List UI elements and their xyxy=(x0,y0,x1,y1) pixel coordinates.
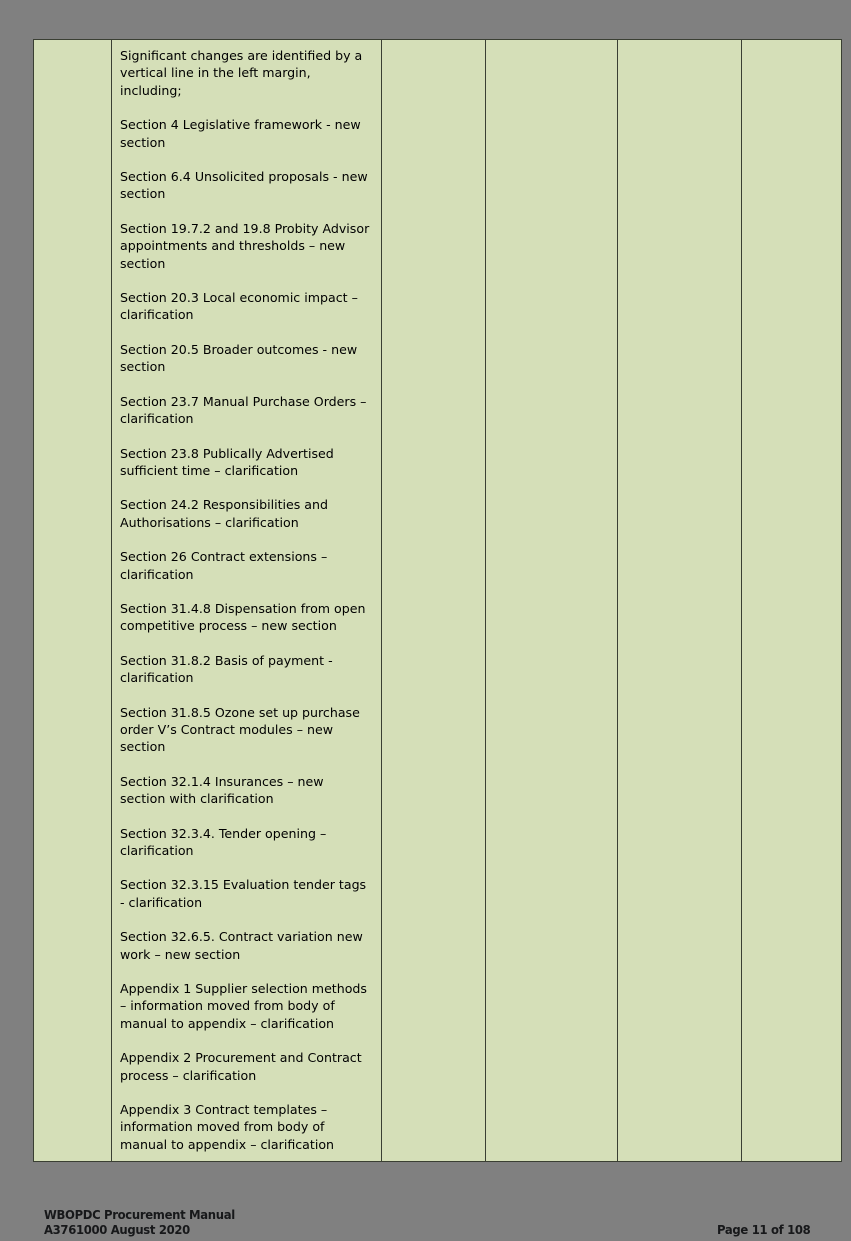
fourth-cell-content xyxy=(486,40,617,55)
change-paragraph: Section 4 Legislative framework - new se… xyxy=(120,117,361,150)
change-paragraph: Section 23.7 Manual Purchase Orders – cl… xyxy=(120,393,367,427)
change-paragraph: Section 26 Contract extensions – clarifi… xyxy=(120,549,328,582)
change-paragraph: Section 31.8.5 Ozone set up purchase ord… xyxy=(120,704,360,755)
footer-document-title: WBOPDC Procurement Manual A3761000 Augus… xyxy=(44,1207,235,1237)
change-paragraph: Section 32.1.4 Insurances – new section … xyxy=(120,773,324,807)
revision-cell xyxy=(33,39,112,1163)
change-paragraph: Section 31.4.8 Dispensation from open co… xyxy=(120,600,366,634)
table-row: Significant changes are identified by a … xyxy=(33,39,842,1163)
changes-cell: Significant changes are identified by a … xyxy=(111,39,382,1163)
sixth-cell-content xyxy=(742,40,841,55)
change-paragraph: Section 32.6.5. Contract variation new w… xyxy=(120,929,363,962)
footer-page-number: Page 11 of 108 xyxy=(716,1222,811,1237)
change-paragraph: Appendix 2 Procurement and Contract proc… xyxy=(120,1050,362,1083)
fifth-cell-content xyxy=(618,40,741,55)
change-paragraph: Section 20.3 Local economic impact – cla… xyxy=(120,290,358,323)
revision-cell-content xyxy=(34,40,111,55)
change-paragraph: Section 32.3.4. Tender opening – clarifi… xyxy=(120,825,327,858)
fifth-cell xyxy=(617,39,742,1163)
change-paragraph: Appendix 3 Contract templates – informat… xyxy=(120,1102,335,1152)
change-paragraph: Section 24.2 Responsibilities and Author… xyxy=(120,497,329,530)
sixth-cell xyxy=(741,39,842,1163)
change-history-table: Significant changes are identified by a … xyxy=(33,39,842,1163)
change-paragraph: Section 6.4 Unsolicited proposals - new … xyxy=(120,169,368,202)
footer-title-line: WBOPDC Procurement Manual xyxy=(44,1207,235,1222)
third-cell xyxy=(381,39,486,1163)
change-paragraph: Section 32.3.15 Evaluation tender tags -… xyxy=(120,877,367,910)
page-footer-inner: WBOPDC Procurement Manual A3761000 Augus… xyxy=(44,1207,810,1241)
change-paragraph: Section 31.8.2 Basis of payment - clarif… xyxy=(120,652,333,686)
fourth-cell xyxy=(485,39,618,1163)
footer-reference-line: A3761000 August 2020 xyxy=(44,1222,190,1237)
change-paragraph: Section 20.5 Broader outcomes - new sect… xyxy=(120,341,358,375)
change-paragraph: Section 19.7.2 and 19.8 Probity Advisor … xyxy=(120,220,370,271)
third-cell-content xyxy=(382,40,485,55)
page-footer: WBOPDC Procurement Manual A3761000 Augus… xyxy=(0,1207,851,1241)
changes-cell-content: Significant changes are identified by a … xyxy=(112,40,381,1161)
change-paragraph: Significant changes are identified by a … xyxy=(120,48,363,98)
change-paragraph: Appendix 1 Supplier selection methods – … xyxy=(120,981,367,1031)
document-page: Significant changes are identified by a … xyxy=(0,0,851,1241)
change-paragraph: Section 23.8 Publically Advertised suffi… xyxy=(120,445,334,478)
